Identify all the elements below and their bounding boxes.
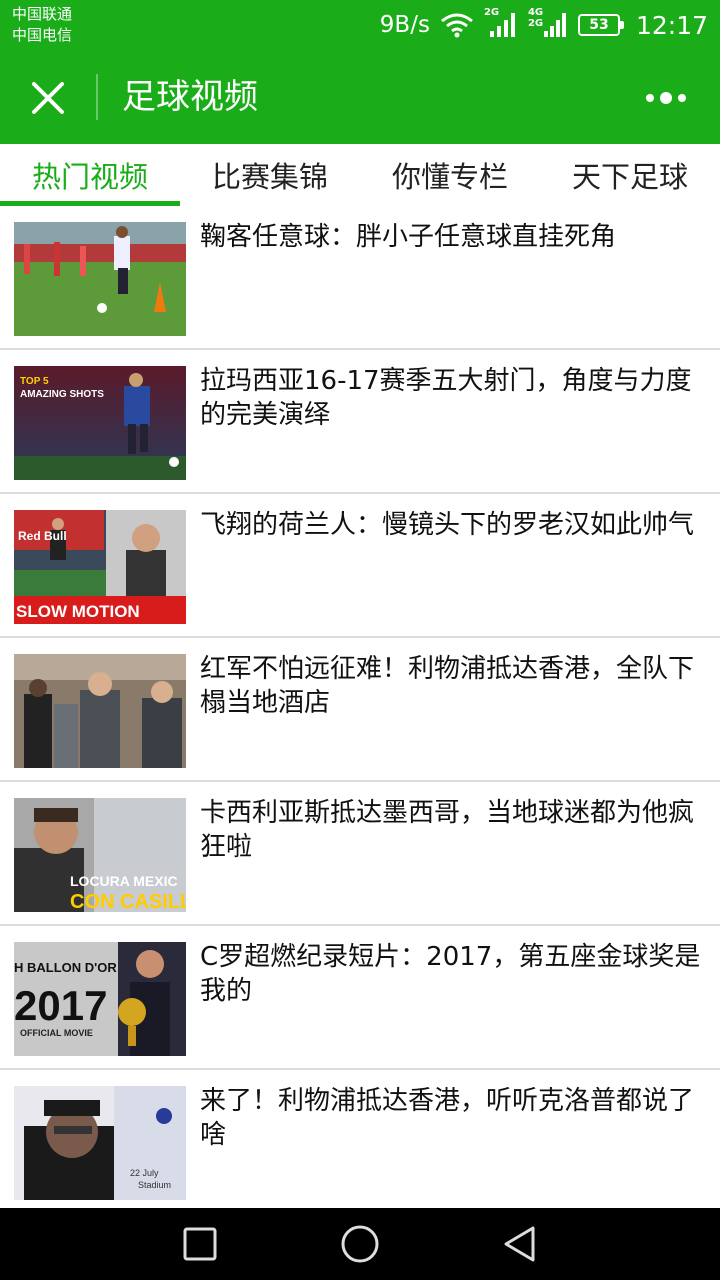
thumbnail-caption: CON CASILL [70,891,186,912]
more-icon-dot [678,94,686,102]
close-button[interactable] [22,72,74,124]
page-title: 足球视频 [122,77,258,117]
video-title: 拉玛西亚16-17赛季五大射门，角度与力度的完美演绎 [200,366,692,430]
tab-world-football[interactable]: 天下足球 [540,144,720,206]
system-nav-bar [0,1208,720,1280]
clock: 12:17 [635,10,708,40]
carrier-2: 中国电信 [12,26,73,44]
more-icon-dot [646,94,654,102]
thumbnail-caption: Stadium [138,1180,171,1190]
back-button[interactable] [500,1224,540,1264]
sim2-network-label-top: 4G [527,7,544,18]
title-divider [96,74,98,120]
carrier-info: 中国联通 中国电信 [12,4,72,46]
signal-icon-2: 4G 2G [527,7,568,39]
video-thumbnail [14,222,186,336]
video-thumbnail: TOP 5 AMAZING SHOTS [14,366,186,480]
video-list-item[interactable]: LOCURA MEXIC CON CASILL 卡西利亚斯抵达墨西哥，当地球迷都… [0,782,720,926]
more-button[interactable] [630,72,702,124]
recent-apps-button[interactable] [180,1224,220,1264]
video-title: 来了！利物浦抵达香港，听听克洛普都说了啥 [200,1086,695,1150]
video-title: 飞翔的荷兰人：慢镜头下的罗老汉如此帅气 [200,510,695,540]
video-title: 红军不怕远征难！利物浦抵达香港，全队下榻当地酒店 [200,654,695,718]
sim1-network-label: 2G [483,7,500,18]
status-bar: 中国联通 中国电信 9B/s 2G 4G 2G 53 12:17 [0,0,720,50]
thumbnail-caption: TOP 5 [20,376,49,387]
thumbnail-caption: OFFICIAL MOVIE [20,1028,93,1038]
video-title: C罗超燃纪录短片：2017，第五座金球奖是我的 [200,942,701,1006]
video-list-item[interactable]: SLOW MOTION Red Bull 飞翔的荷兰人：慢镜头下的罗老汉如此帅气 [0,494,720,638]
video-list: 鞠客任意球：胖小子任意球直挂死角 TOP 5 AMAZING SHOTS 拉玛西… [0,206,720,1214]
video-list-item[interactable]: 22 July Stadium 来了！利物浦抵达香港，听听克洛普都说了啥 [0,1070,720,1214]
title-bar: 足球视频 [0,50,720,144]
carrier-1: 中国联通 [12,5,73,23]
tab-match-highlights[interactable]: 比赛集锦 [180,144,360,206]
tab-hot-videos[interactable]: 热门视频 [0,144,180,206]
video-list-item[interactable]: 红军不怕远征难！利物浦抵达香港，全队下榻当地酒店 [0,638,720,782]
thumbnail-caption: AMAZING SHOTS [20,389,104,400]
tab-bar: 热门视频 比赛集锦 你懂专栏 天下足球 [0,144,720,206]
video-title: 卡西利亚斯抵达墨西哥，当地球迷都为他疯狂啦 [200,798,695,862]
thumbnail-caption: 2017 [14,982,107,1029]
video-list-item[interactable]: H BALLON D'OR 2017 OFFICIAL MOVIE C罗超燃纪录… [0,926,720,1070]
sim2-network-label-bottom: 2G [527,18,544,29]
video-thumbnail [14,654,186,768]
triangle-back-icon [504,1226,535,1262]
wifi-icon [440,12,474,38]
video-thumbnail: 22 July Stadium [14,1086,186,1200]
network-speed: 9B/s [379,12,430,38]
status-icons: 9B/s 2G 4G 2G 53 12:17 [379,7,708,42]
square-icon [183,1227,217,1261]
battery-level: 53 [589,17,609,33]
video-thumbnail: H BALLON D'OR 2017 OFFICIAL MOVIE [14,942,186,1056]
video-title: 鞠客任意球：胖小子任意球直挂死角 [200,222,617,252]
home-button[interactable] [340,1224,380,1264]
circle-icon [341,1225,379,1263]
thumbnail-caption: LOCURA MEXIC [70,873,178,889]
thumbnail-caption: H BALLON D'OR [14,960,117,975]
thumbnail-caption: 22 July [130,1168,159,1178]
video-thumbnail: SLOW MOTION Red Bull [14,510,186,624]
tab-column[interactable]: 你懂专栏 [360,144,540,206]
more-icon-dot [660,92,672,104]
video-thumbnail: LOCURA MEXIC CON CASILL [14,798,186,912]
thumbnail-caption: SLOW MOTION [16,602,140,621]
signal-icon: 2G [484,7,518,39]
thumbnail-caption: Red Bull [18,529,67,543]
close-icon [32,82,64,114]
battery-icon: 53 [577,14,624,36]
video-list-item[interactable]: 鞠客任意球：胖小子任意球直挂死角 [0,206,720,350]
video-list-item[interactable]: TOP 5 AMAZING SHOTS 拉玛西亚16-17赛季五大射门，角度与力… [0,350,720,494]
